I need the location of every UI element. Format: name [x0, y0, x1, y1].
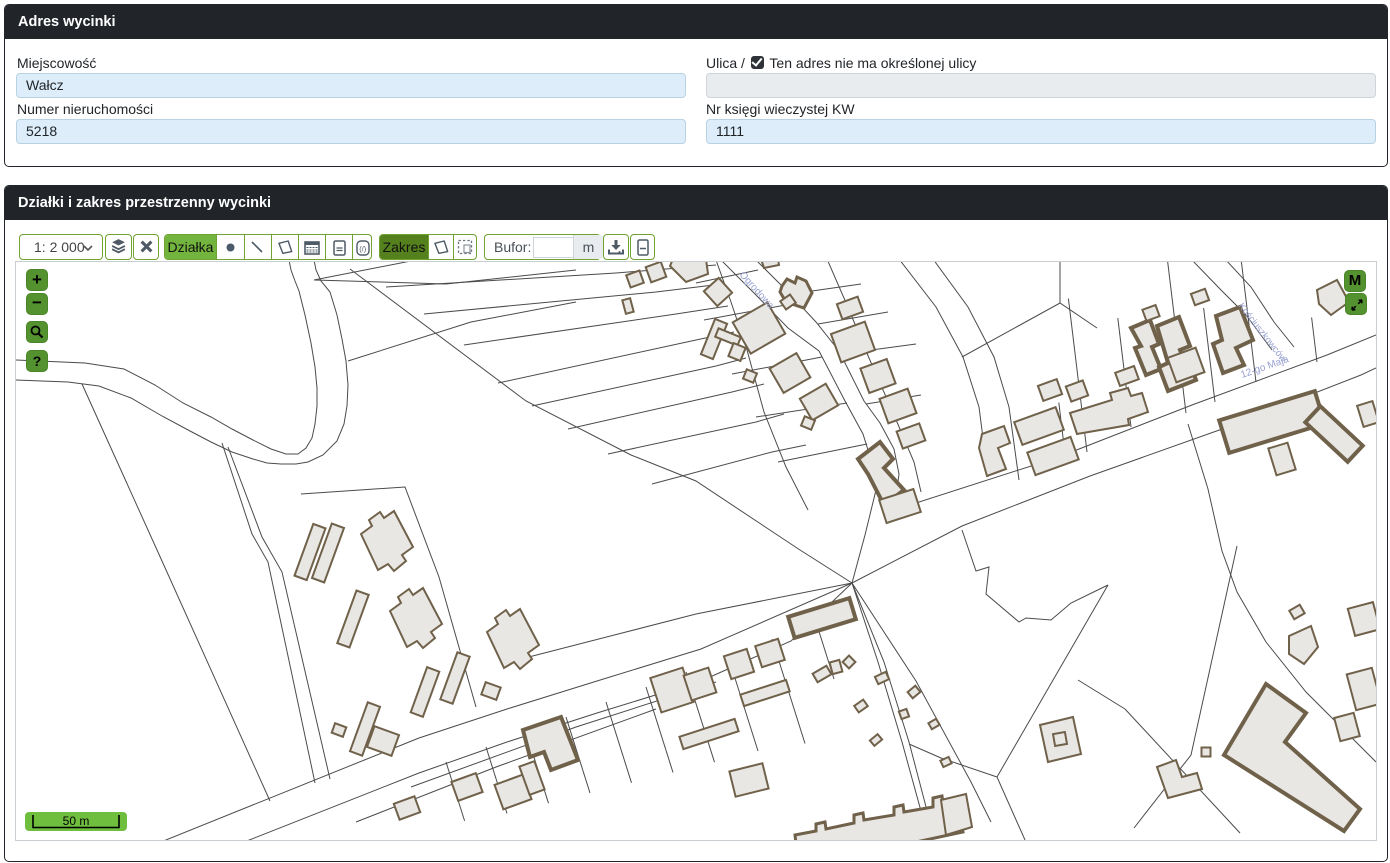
svg-text:50 m: 50 m: [63, 814, 90, 828]
svg-text:(/): (/): [359, 245, 367, 254]
svg-text:12-go Maja: 12-go Maja: [1239, 354, 1290, 381]
svg-text:Ogrodowa: Ogrodowa: [737, 270, 776, 312]
